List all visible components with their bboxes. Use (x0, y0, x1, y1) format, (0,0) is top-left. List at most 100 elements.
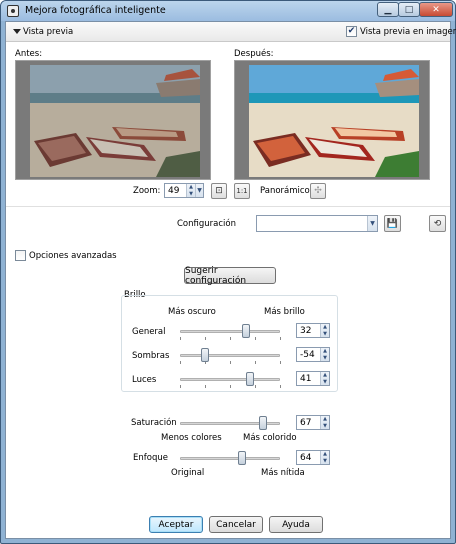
brightness-2-value-field[interactable]: 41 ▲ ▼ (296, 371, 330, 386)
brightness-2-label: Luces (132, 375, 157, 385)
window-title: Mejora fotográfica inteligente (25, 5, 166, 16)
spin-down-icon[interactable]: ▼ (323, 423, 327, 429)
reset-button[interactable]: ⟲ (429, 215, 446, 232)
ok-button[interactable]: Aceptar (149, 516, 203, 533)
pan-button[interactable]: ✣ (310, 183, 326, 199)
spin-up-icon[interactable]: ▲ (323, 372, 327, 378)
config-label: Configuración (177, 219, 236, 229)
before-photo (16, 61, 210, 179)
brightness-0-track[interactable] (180, 330, 280, 333)
saturation-spinner[interactable]: ▲ ▼ (320, 416, 329, 429)
brightness-1-track[interactable] (180, 354, 280, 357)
focus-spinner[interactable]: ▲ ▼ (320, 451, 329, 464)
slider-tick (180, 361, 181, 364)
brightness-0-thumb[interactable] (242, 324, 250, 338)
config-select[interactable]: ▼ (256, 215, 378, 232)
maximize-icon: □ (404, 4, 414, 15)
brightness-2-spinner[interactable]: ▲ ▼ (320, 372, 329, 385)
title-bar[interactable]: Mejora fotográfica inteligente ▁ □ ✕ (1, 1, 455, 21)
spin-up-icon[interactable]: ▲ (323, 324, 327, 330)
slider-tick (180, 337, 181, 340)
spin-down-icon[interactable]: ▼ (189, 191, 193, 197)
brightness-1-value: -54 (300, 350, 315, 360)
focus-track[interactable] (180, 457, 280, 460)
pan-label: Panorámico: (260, 186, 313, 196)
brightness-0-value-field[interactable]: 32 ▲ ▼ (296, 323, 330, 338)
spin-up-icon[interactable]: ▲ (323, 416, 327, 422)
spin-up-icon[interactable]: ▲ (323, 348, 327, 354)
focus-value-field[interactable]: 64 ▲ ▼ (296, 450, 330, 465)
cancel-button[interactable]: Cancelar (209, 516, 263, 533)
preview-header: Vista previa ✔ Vista previa en imagen (6, 22, 456, 42)
spin-down-icon[interactable]: ▼ (323, 458, 327, 464)
slider-tick (280, 337, 281, 340)
save-icon: 💾 (386, 218, 399, 229)
triangle-down-icon[interactable] (13, 29, 21, 34)
saturation-value-field[interactable]: 67 ▲ ▼ (296, 415, 330, 430)
spin-down-icon[interactable]: ▼ (323, 379, 327, 385)
focus-min-label: Original (171, 468, 205, 478)
after-photo (235, 61, 429, 179)
pan-icon: ✣ (314, 186, 322, 196)
advanced-options-label[interactable]: Opciones avanzadas (29, 251, 117, 261)
preview-section-label[interactable]: Vista previa (23, 27, 73, 37)
zoom-fit-icon: ⊡ (215, 186, 223, 196)
spin-down-icon[interactable]: ▼ (323, 355, 327, 361)
zoom-spinner[interactable]: ▲ ▼ (186, 184, 195, 197)
brightness-1-value-field[interactable]: -54 ▲ ▼ (296, 347, 330, 362)
brightness-2-value: 41 (300, 374, 312, 384)
suggest-config-button[interactable]: Sugerir configuración (184, 266, 276, 286)
image-preview-checkbox[interactable]: ✔ (346, 26, 357, 37)
after-preview[interactable] (234, 60, 430, 180)
brightness-1-thumb[interactable] (201, 348, 209, 362)
save-preset-button[interactable]: 💾 (384, 215, 401, 232)
spin-down-icon[interactable]: ▼ (323, 331, 327, 337)
saturation-thumb[interactable] (259, 416, 267, 430)
saturation-label: Saturación (131, 418, 177, 428)
brightness-2-thumb[interactable] (246, 372, 254, 386)
slider-tick (255, 361, 256, 364)
slider-tick (255, 385, 256, 388)
zoom-value: 49 (168, 186, 180, 196)
before-label: Antes: (15, 49, 43, 59)
brightness-0-label: General (132, 327, 166, 337)
brightness-1-label: Sombras (132, 351, 170, 361)
slider-tick (180, 385, 181, 388)
brightness-0-value: 32 (300, 326, 312, 336)
camera-icon (7, 5, 19, 17)
zoom-dropdown-button[interactable]: ▼ (195, 184, 203, 197)
focus-max-label: Más nítida (261, 468, 305, 478)
chevron-down-icon: ▼ (370, 220, 375, 227)
zoom-actual-size-icon: 1:1 (236, 187, 248, 195)
brightness-0-spinner[interactable]: ▲ ▼ (320, 324, 329, 337)
config-dropdown-button[interactable]: ▼ (367, 216, 377, 231)
slider-tick (280, 385, 281, 388)
maximize-button[interactable]: □ (398, 2, 420, 17)
chevron-down-icon: ▼ (197, 187, 202, 194)
zoom-input[interactable]: 49 ▲ ▼ ▼ (164, 183, 204, 198)
close-button[interactable]: ✕ (419, 2, 453, 17)
brightness-bright-label: Más brillo (264, 307, 305, 317)
brightness-1-spinner[interactable]: ▲ ▼ (320, 348, 329, 361)
slider-tick (205, 385, 206, 388)
advanced-options-checkbox[interactable] (15, 250, 26, 261)
close-icon: ✕ (432, 4, 440, 15)
slider-tick (230, 361, 231, 364)
spin-up-icon[interactable]: ▲ (189, 184, 193, 190)
zoom-actual-size-button[interactable]: 1:1 (234, 183, 250, 199)
spin-up-icon[interactable]: ▲ (323, 451, 327, 457)
brightness-2-track[interactable] (180, 378, 280, 381)
zoom-label: Zoom: (133, 186, 161, 196)
saturation-value: 67 (300, 418, 312, 428)
slider-tick (230, 385, 231, 388)
before-preview[interactable] (15, 60, 211, 180)
zoom-fit-button[interactable]: ⊡ (211, 183, 227, 199)
focus-value: 64 (300, 453, 312, 463)
saturation-max-label: Más colorido (243, 433, 297, 443)
slider-tick (280, 361, 281, 364)
image-preview-label[interactable]: Vista previa en imagen (360, 27, 456, 37)
help-button[interactable]: Ayuda (269, 516, 323, 533)
focus-thumb[interactable] (238, 451, 246, 465)
slider-tick (230, 337, 231, 340)
minimize-button[interactable]: ▁ (377, 2, 399, 17)
